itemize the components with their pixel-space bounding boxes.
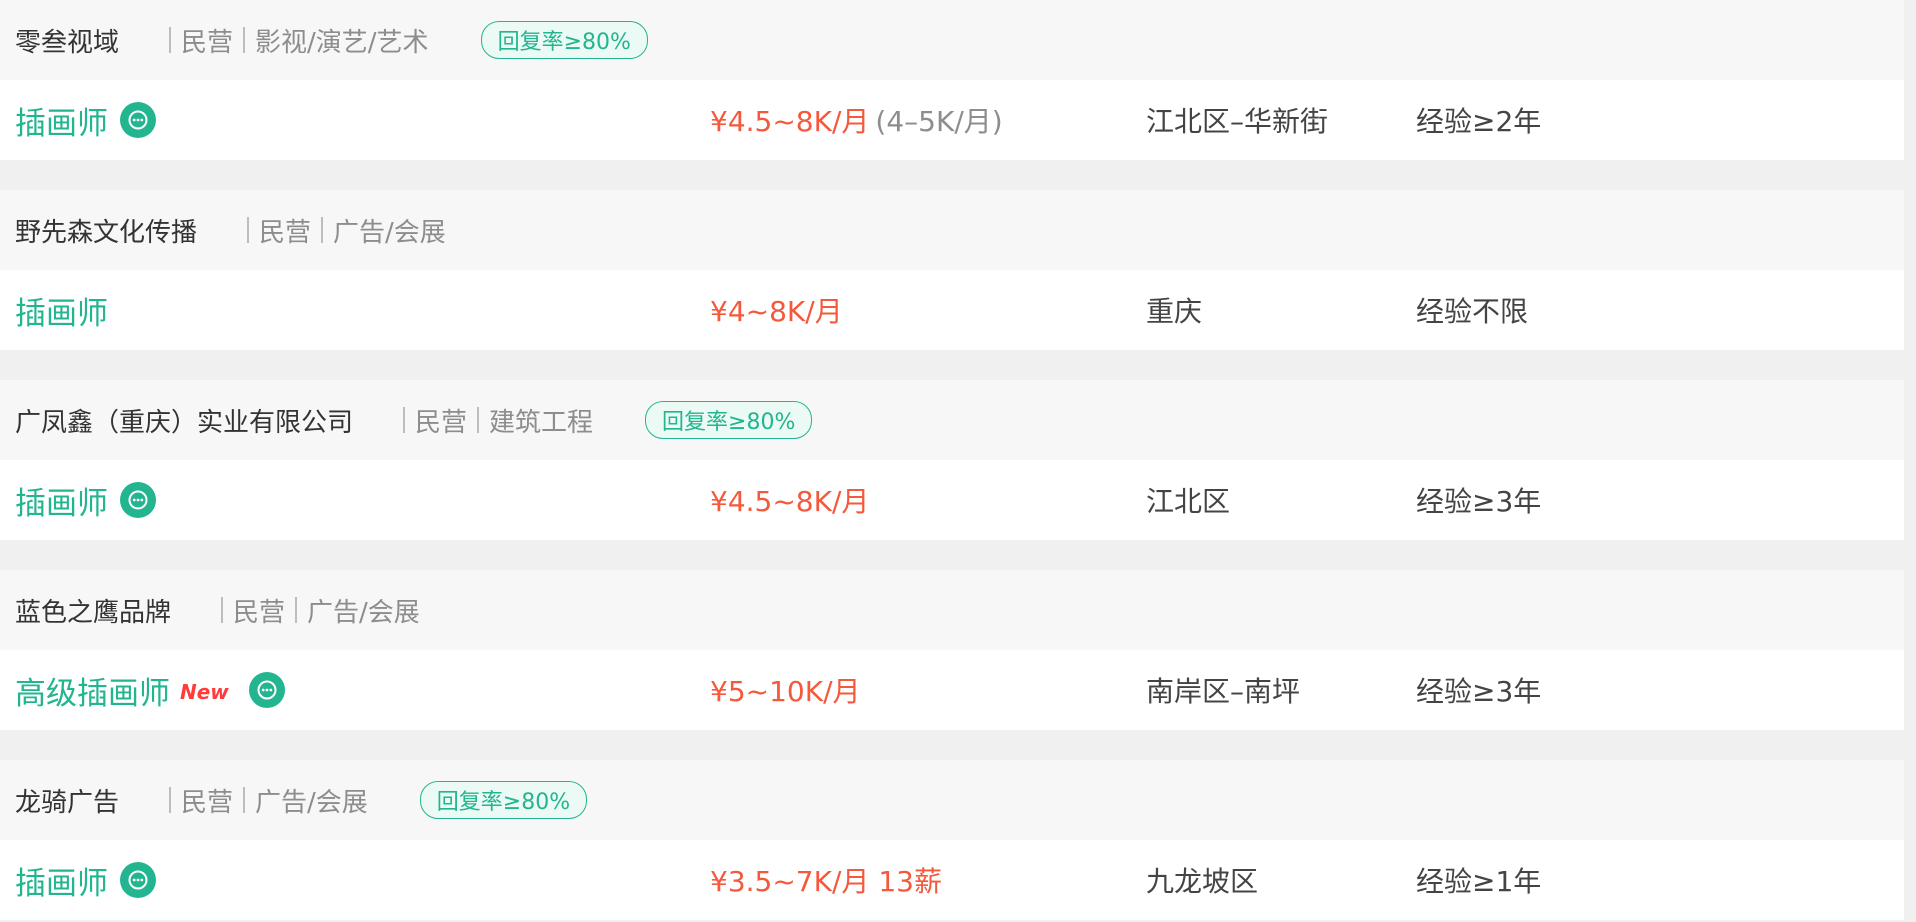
company-tags: 民营 广告/会展 [211,592,420,629]
job-row[interactable]: 插画师 ¥4.5~8K/月 (4–5K/月) 江北区–华新街 经验≥2年 [0,80,1904,160]
job-title-group[interactable]: 插画师 [15,288,108,333]
experience-requirement: 经验≥2年 [1416,105,1542,138]
salary-range: ¥4.5~8K/月 [710,485,870,518]
chat-icon[interactable] [248,672,285,708]
tag-separator [243,787,246,813]
tag-separator [321,217,324,243]
chat-icon[interactable] [120,862,156,898]
company-tag: 建筑工程 [489,407,594,438]
job-location: 江北区 [1146,485,1231,518]
job-list: 零叁视域 民营 影视/演艺/艺术 回复率≥80% 插画师 ¥4.5~8K/月 (4–5K/月… [0,0,1916,920]
job-row[interactable]: 插画师 ¥4.5~8K/月 江北区 经验≥3年 [0,460,1904,540]
salary-range: ¥5~10K/月 [710,675,861,708]
job-location: 南岸区–南坪 [1146,675,1301,708]
job-title-link[interactable]: 插画师 [15,98,108,143]
salary: ¥4~8K/月 [710,290,843,330]
tag-separator [477,407,480,433]
company-header[interactable]: 龙骑广告 民营 广告/会展 回复率≥80% [0,760,1904,840]
company-header[interactable]: 野先森文化传播 民营 广告/会展 [0,190,1904,270]
salary-range-extra: (4–5K/月) [875,105,1003,138]
job-title-group[interactable]: 高级插画师 New [15,668,285,713]
company-tag: 广告/会展 [255,787,368,818]
job-title-group[interactable]: 插画师 [15,98,156,143]
job-title-group[interactable]: 插画师 [15,858,156,903]
company-header[interactable]: 广凤鑫（重庆）实业有限公司 民营 建筑工程 回复率≥80% [0,380,1904,460]
company-header[interactable]: 零叁视域 民营 影视/演艺/艺术 回复率≥80% [0,0,1904,80]
job-card[interactable]: 野先森文化传播 民营 广告/会展插画师 ¥4~8K/月 重庆 经验不限 [0,190,1904,350]
reply-rate-badge: 回复率≥80% [645,401,813,439]
tag-separator [295,597,298,623]
company-name[interactable]: 龙骑广告 [15,782,119,819]
company-tag: 广告/会展 [333,217,446,248]
company-name[interactable]: 广凤鑫（重庆）实业有限公司 [15,402,353,439]
salary: ¥3.5~7K/月 13薪 [710,860,942,900]
tag-separator [247,217,250,243]
company-tag: 民营 [181,27,234,58]
job-card[interactable]: 蓝色之鹰品牌 民营 广告/会展高级插画师 New ¥5~10K/月 南岸区–南坪 经验≥3年 [0,570,1904,730]
salary: ¥4.5~8K/月 [710,480,869,520]
company-tag: 影视/演艺/艺术 [255,27,429,58]
salary-range: ¥4.5~8K/月 [710,105,870,138]
job-row[interactable]: 插画师 ¥4~8K/月 重庆 经验不限 [0,270,1904,350]
company-tag: 民营 [181,787,234,818]
company-tags: 民营 建筑工程 [393,402,593,439]
job-title-link[interactable]: 插画师 [15,288,108,333]
experience-requirement: 经验≥1年 [1416,865,1542,898]
job-title-link[interactable]: 插画师 [15,478,108,523]
job-location: 九龙坡区 [1146,865,1259,898]
salary: ¥4.5~8K/月 (4–5K/月) [710,100,1003,140]
salary: ¥5~10K/月 [710,670,861,710]
company-tags: 民营 广告/会展 [237,212,446,249]
new-badge: New [180,680,229,704]
job-title-link[interactable]: 高级插画师 [15,668,170,713]
job-card[interactable]: 龙骑广告 民营 广告/会展 回复率≥80% 插画师 ¥3.5~7K/月 13薪 九龙坡区 经验… [0,760,1904,920]
tag-separator [403,407,406,433]
job-card[interactable]: 零叁视域 民营 影视/演艺/艺术 回复率≥80% 插画师 ¥4.5~8K/月 (4–5K/月… [0,0,1904,160]
chat-icon[interactable] [120,482,156,518]
job-location: 重庆 [1146,295,1203,328]
job-title-link[interactable]: 插画师 [15,858,108,903]
job-card[interactable]: 广凤鑫（重庆）实业有限公司 民营 建筑工程 回复率≥80% 插画师 ¥4.5~8K/月 江北… [0,380,1904,540]
company-tags: 民营 广告/会展 [159,782,368,819]
job-location: 江北区–华新街 [1146,105,1329,138]
experience-requirement: 经验不限 [1416,295,1529,328]
job-row[interactable]: 插画师 ¥3.5~7K/月 13薪 九龙坡区 经验≥1年 [0,840,1904,920]
company-tag: 民营 [415,407,468,438]
company-name[interactable]: 蓝色之鹰品牌 [15,592,171,629]
job-row[interactable]: 高级插画师 New ¥5~10K/月 南岸区–南坪 经验≥3年 [0,650,1904,730]
salary-range: ¥3.5~7K/月 13薪 [710,865,942,898]
chat-icon[interactable] [120,102,156,138]
company-tag: 民营 [259,217,312,248]
company-name[interactable]: 野先森文化传播 [15,212,197,249]
tag-separator [221,597,224,623]
experience-requirement: 经验≥3年 [1416,485,1542,518]
reply-rate-badge: 回复率≥80% [419,781,588,819]
experience-requirement: 经验≥3年 [1416,675,1542,708]
tag-separator [243,27,246,53]
company-name[interactable]: 零叁视域 [15,22,119,59]
company-tag: 民营 [233,597,286,628]
company-tags: 民营 影视/演艺/艺术 [159,22,429,59]
tag-separator [169,27,172,53]
job-title-group[interactable]: 插画师 [15,478,156,523]
job-listing-page: 零叁视域 民营 影视/演艺/艺术 回复率≥80% 插画师 ¥4.5~8K/月 (4–5K/月… [0,0,1916,922]
reply-rate-badge: 回复率≥80% [480,21,648,59]
company-header[interactable]: 蓝色之鹰品牌 民营 广告/会展 [0,570,1904,650]
tag-separator [169,787,172,813]
salary-range: ¥4~8K/月 [710,295,843,328]
company-tag: 广告/会展 [307,597,420,628]
